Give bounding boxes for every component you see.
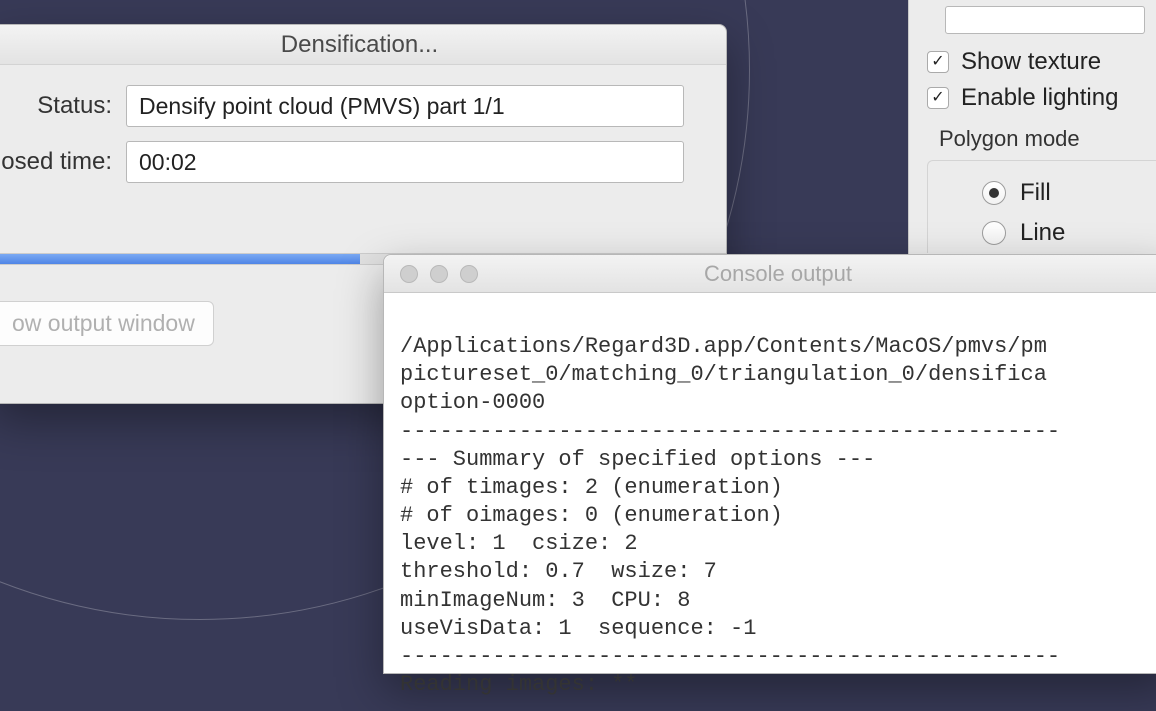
console-text[interactable]: /Applications/Regard3D.app/Contents/MacO… bbox=[384, 293, 1156, 711]
status-field[interactable] bbox=[126, 85, 684, 127]
polygon-fill-label: Fill bbox=[1020, 179, 1051, 207]
polygon-line-label: Line bbox=[1020, 219, 1065, 247]
polygon-mode-group: Fill Line bbox=[927, 160, 1156, 253]
enable-lighting-label: Enable lighting bbox=[961, 84, 1118, 112]
radio-unselected-icon[interactable] bbox=[982, 221, 1006, 245]
minimize-icon[interactable] bbox=[430, 265, 448, 283]
show-texture-label: Show texture bbox=[961, 48, 1101, 76]
console-output-window: Console output /Applications/Regard3D.ap… bbox=[383, 254, 1156, 674]
checkbox-checked-icon[interactable]: ✓ bbox=[927, 87, 949, 109]
dialog-title: Densification... bbox=[0, 25, 726, 65]
show-output-window-button[interactable]: ow output window bbox=[0, 301, 214, 346]
progress-bar-fill bbox=[0, 254, 360, 264]
console-title: Console output bbox=[384, 261, 1156, 287]
enable-lighting-row[interactable]: ✓ Enable lighting bbox=[909, 80, 1156, 116]
show-texture-row[interactable]: ✓ Show texture bbox=[909, 44, 1156, 80]
close-icon[interactable] bbox=[400, 265, 418, 283]
polygon-mode-label: Polygon mode bbox=[909, 116, 1156, 156]
zoom-icon[interactable] bbox=[460, 265, 478, 283]
status-label: Status: bbox=[0, 92, 126, 120]
polygon-fill-row[interactable]: Fill bbox=[982, 173, 1156, 213]
elapsed-time-label: osed time: bbox=[0, 148, 126, 176]
options-field-partial[interactable] bbox=[945, 6, 1145, 34]
radio-selected-icon[interactable] bbox=[982, 181, 1006, 205]
window-controls bbox=[384, 265, 478, 283]
console-titlebar[interactable]: Console output bbox=[384, 255, 1156, 293]
elapsed-time-field[interactable] bbox=[126, 141, 684, 183]
polygon-line-row[interactable]: Line bbox=[982, 213, 1156, 253]
checkbox-checked-icon[interactable]: ✓ bbox=[927, 51, 949, 73]
